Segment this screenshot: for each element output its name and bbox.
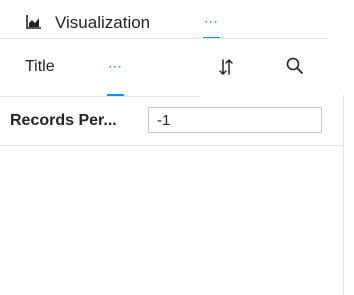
field-more-button[interactable]: ⋯ [106,59,125,73]
search-icon[interactable] [285,56,305,76]
panel-right-border [343,95,344,295]
records-per-input[interactable] [148,107,322,133]
sort-icon[interactable] [216,57,236,77]
records-divider [0,145,343,146]
bar-chart-icon [26,15,41,29]
records-per-row: Records Per... [0,97,343,145]
tab-title[interactable]: Title [25,57,55,77]
visualization-title: Visualization [55,13,151,32]
visualization-header: Visualization ⋯ [0,0,343,40]
records-per-label: Records Per... [10,112,117,129]
visualization-more-button[interactable]: ⋯ [202,14,221,28]
